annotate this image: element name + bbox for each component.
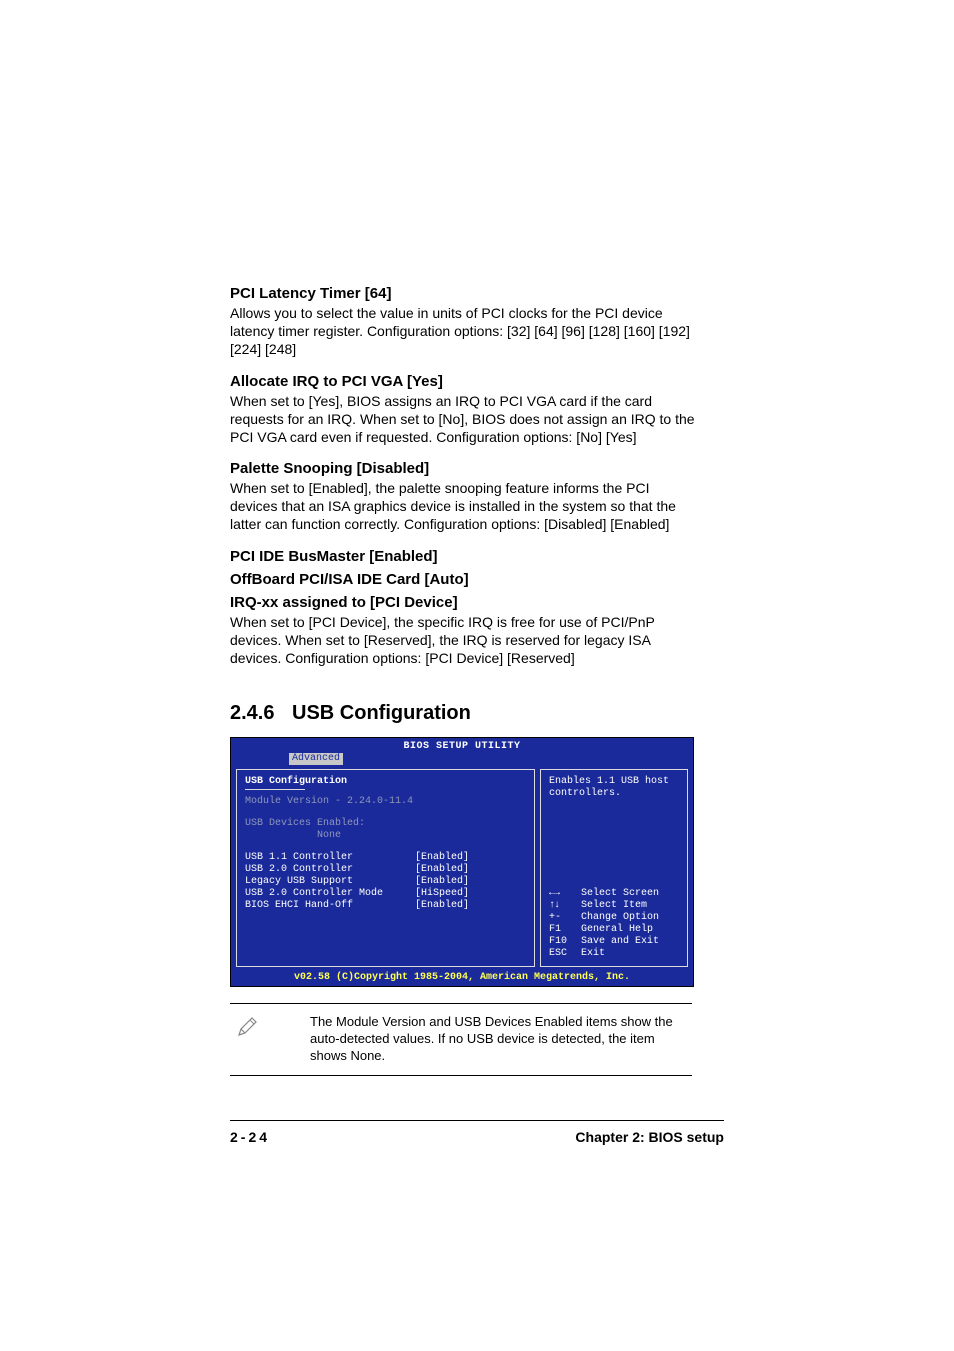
option-text-irq-xx: When set to [PCI Device], the specific I…: [230, 614, 700, 668]
section-number: 2.4.6: [230, 702, 292, 725]
bios-main-panel: USB Configuration Module Version - 2.24.…: [236, 769, 535, 967]
bios-option-value: [HiSpeed]: [415, 888, 469, 900]
bios-nav-key: F1: [549, 924, 581, 936]
bios-help-panel: Enables 1.1 USB host controllers. ←→Sele…: [540, 769, 688, 967]
bios-screenshot: BIOS SETUP UTILITY Advanced USB Configur…: [230, 737, 694, 987]
bios-nav-row: ESCExit: [549, 948, 679, 960]
bios-nav-legend: ←→Select Screen ↑↓Select Item +-Change O…: [549, 888, 679, 960]
bios-nav-key: F10: [549, 936, 581, 948]
bios-option-value: [Enabled]: [415, 900, 469, 912]
option-heading-irq-xx: IRQ-xx assigned to [PCI Device]: [230, 594, 700, 611]
option-text-allocate-irq: When set to [Yes], BIOS assigns an IRQ t…: [230, 393, 700, 447]
bios-module-version: Module Version - 2.24.0-11.4: [245, 796, 526, 808]
option-heading-allocate-irq: Allocate IRQ to PCI VGA [Yes]: [230, 373, 700, 390]
bios-help-text: Enables 1.1 USB host controllers.: [549, 776, 679, 800]
bios-nav-key: ESC: [549, 948, 581, 960]
bios-nav-key: +-: [549, 912, 581, 924]
section-title-text: USB Configuration: [292, 702, 471, 724]
bios-option-value: [Enabled]: [415, 864, 469, 876]
bios-option-row[interactable]: Legacy USB Support[Enabled]: [245, 876, 526, 888]
bios-option-value: [Enabled]: [415, 852, 469, 864]
bios-option-row[interactable]: BIOS EHCI Hand-Off[Enabled]: [245, 900, 526, 912]
bios-option-row[interactable]: USB 2.0 Controller Mode[HiSpeed]: [245, 888, 526, 900]
chapter-label: Chapter 2: BIOS setup: [575, 1129, 724, 1145]
bios-copyright-footer: v02.58 (C)Copyright 1985-2004, American …: [231, 972, 693, 986]
bios-devices-label: USB Devices Enabled:: [245, 818, 526, 830]
bios-option-list: USB 1.1 Controller[Enabled] USB 2.0 Cont…: [245, 852, 526, 912]
bios-panel-title: USB Configuration: [245, 776, 526, 788]
bios-nav-row: ←→Select Screen: [549, 888, 679, 900]
arrows-left-right-icon: ←→: [549, 888, 581, 900]
bios-nav-label: Save and Exit: [581, 936, 659, 948]
bios-devices-value-row: None: [245, 830, 526, 842]
option-heading-pci-latency: PCI Latency Timer [64]: [230, 285, 700, 302]
arrows-up-down-icon: ↑↓: [549, 900, 581, 912]
bios-option-value: [Enabled]: [415, 876, 469, 888]
bios-nav-label: General Help: [581, 924, 653, 936]
bios-nav-label: Select Item: [581, 900, 647, 912]
option-heading-pci-ide-busmaster: PCI IDE BusMaster [Enabled]: [230, 548, 700, 565]
note-text: The Module Version and USB Devices Enabl…: [310, 1014, 692, 1065]
bios-nav-label: Change Option: [581, 912, 659, 924]
bios-tab-row: Advanced: [231, 753, 693, 766]
bios-devices-value: None: [317, 830, 341, 841]
option-heading-offboard-pci-isa: OffBoard PCI/ISA IDE Card [Auto]: [230, 571, 700, 588]
bios-nav-row: F10Save and Exit: [549, 936, 679, 948]
pencil-icon: [236, 1014, 260, 1038]
spacer: [245, 912, 526, 960]
pencil-note-icon: [230, 1014, 310, 1043]
option-text-palette-snooping: When set to [Enabled], the palette snoop…: [230, 480, 700, 534]
bios-option-label: USB 2.0 Controller: [245, 864, 415, 876]
bios-title-bar: BIOS SETUP UTILITY: [231, 738, 693, 753]
option-heading-palette-snooping: Palette Snooping [Disabled]: [230, 460, 700, 477]
bios-option-label: USB 2.0 Controller Mode: [245, 888, 415, 900]
bios-tab-advanced[interactable]: Advanced: [289, 753, 343, 765]
bios-option-row[interactable]: USB 1.1 Controller[Enabled]: [245, 852, 526, 864]
bios-divider: [245, 789, 305, 790]
bios-nav-label: Select Screen: [581, 888, 659, 900]
document-page: PCI Latency Timer [64] Allows you to sel…: [0, 0, 954, 1351]
bios-option-label: BIOS EHCI Hand-Off: [245, 900, 415, 912]
bios-nav-label: Exit: [581, 948, 605, 960]
note-block: The Module Version and USB Devices Enabl…: [230, 1003, 692, 1076]
bios-nav-row: ↑↓Select Item: [549, 900, 679, 912]
bios-nav-row: +-Change Option: [549, 912, 679, 924]
bios-option-label: USB 1.1 Controller: [245, 852, 415, 864]
bios-nav-row: F1General Help: [549, 924, 679, 936]
page-footer: 2-24 Chapter 2: BIOS setup: [230, 1120, 724, 1145]
bios-option-label: Legacy USB Support: [245, 876, 415, 888]
section-heading-usb-config: 2.4.6USB Configuration: [230, 702, 700, 725]
bios-option-row[interactable]: USB 2.0 Controller[Enabled]: [245, 864, 526, 876]
option-text-pci-latency: Allows you to select the value in units …: [230, 305, 700, 359]
bios-panels: USB Configuration Module Version - 2.24.…: [231, 766, 693, 972]
page-number: 2-24: [230, 1129, 270, 1145]
main-content: PCI Latency Timer [64] Allows you to sel…: [230, 285, 700, 1076]
